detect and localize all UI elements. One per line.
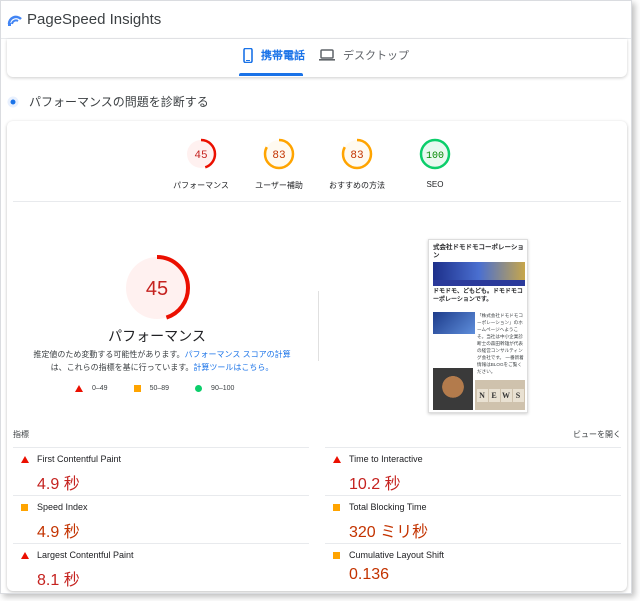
news-letter-w: W: [500, 388, 512, 402]
legend-average: 50–89: [133, 385, 169, 392]
category-seo[interactable]: 100 SEO: [395, 137, 475, 189]
fail-triangle-icon: [333, 456, 341, 463]
metric-cls: Cumulative Layout Shift 0.136: [325, 543, 621, 591]
diagnose-icon: [7, 96, 19, 107]
laptop-icon: [319, 49, 335, 61]
metric-speed-index: Speed Index 4.9 秒: [13, 495, 309, 543]
metrics-heading: 指標: [13, 430, 29, 439]
news-letter-s: S: [512, 388, 524, 402]
pass-circle-icon: [195, 385, 203, 392]
tab-mobile[interactable]: 携帯電話: [243, 47, 305, 63]
performance-big-score: 45: [146, 278, 168, 300]
tab-desktop-label: デスクトップ: [343, 50, 409, 62]
report-card: 45 パフォーマンス 83 ユーザー補助 83 おすすめの方法 100 SEO …: [7, 121, 627, 591]
diagnose-label: パフォーマンスの問題を診断する: [29, 95, 209, 109]
category-accessibility[interactable]: 83 ユーザー補助: [239, 137, 319, 191]
gauge-accessibility-score: 83: [272, 150, 285, 162]
news-letter-e: E: [488, 388, 500, 402]
metric-name: Cumulative Layout Shift: [349, 550, 445, 560]
divider: [13, 201, 621, 202]
metric-value: 320 ミリ秒: [349, 524, 429, 541]
category-accessibility-label: ユーザー補助: [255, 181, 303, 190]
category-best-practices[interactable]: 83 おすすめの方法: [317, 137, 397, 191]
thumbnail-news-blocks: N E W S: [475, 380, 525, 410]
thumbnail-body: 「株式会社ドモドモコーポレーション」のホームページへようこそ。当社は中小企業診断…: [477, 313, 524, 374]
metric-name: First Contentful Paint: [37, 454, 122, 464]
fail-triangle-icon: [75, 385, 83, 392]
smartphone-icon: [243, 47, 253, 63]
performance-big-label: パフォーマンス: [108, 328, 206, 344]
note-text-1: 推定値のため変動する可能性があります。: [33, 350, 185, 359]
category-performance-label: パフォーマンス: [173, 181, 229, 190]
thumbnail-title: 式会社ドモドモコーポレーション: [433, 244, 524, 259]
expand-view-button[interactable]: ビューを開く: [573, 429, 621, 440]
metric-name: Speed Index: [37, 502, 88, 512]
gauge-seo: 100: [419, 138, 451, 170]
page-screenshot-thumbnail: 式会社ドモドモコーポレーション ドモドモ、どもども。ドモドモコーポレーションです…: [428, 239, 528, 413]
tab-mobile-label: 携帯電話: [261, 50, 305, 62]
gauge-accessibility: 83: [263, 138, 295, 170]
average-square-icon: [133, 385, 141, 392]
thumbnail-headline: ドモドモ、どもども。ドモドモコーポレーションです。: [433, 289, 523, 303]
gauge-seo-score: 100: [426, 151, 444, 162]
metric-lcp: Largest Contentful Paint 8.1 秒: [13, 543, 309, 591]
average-square-icon: [21, 504, 28, 511]
news-letter-n: N: [476, 388, 488, 402]
category-performance[interactable]: 45 パフォーマンス: [161, 137, 241, 191]
app-title: PageSpeed Insights: [27, 11, 162, 28]
calculator-link[interactable]: 計算ツールはこちら。: [193, 363, 273, 372]
pagespeed-logo-icon: [7, 15, 22, 26]
metric-fcp: First Contentful Paint 4.9 秒: [13, 447, 309, 495]
metric-value: 4.9 秒: [37, 476, 80, 493]
score-legend: 0–49 50–89 90–100: [75, 385, 234, 392]
gauge-best-practices: 83: [341, 138, 373, 170]
gauge-performance: 45: [185, 138, 217, 170]
legend-pass: 90–100: [195, 385, 234, 392]
device-tabs: 携帯電話 デスクトップ: [7, 39, 627, 77]
active-tab-indicator: [239, 73, 303, 76]
gauge-performance-score: 45: [194, 150, 207, 162]
gauge-best-practices-score: 83: [350, 150, 363, 162]
metric-value: 0.136: [349, 566, 390, 583]
metric-tbt: Total Blocking Time 320 ミリ秒: [325, 495, 621, 543]
average-square-icon: [333, 504, 340, 511]
thumbnail-photo: [433, 368, 473, 410]
metric-name: Largest Contentful Paint: [37, 550, 134, 560]
thumbnail-nav: [433, 280, 525, 286]
metric-value: 8.1 秒: [37, 572, 80, 589]
note-text-2: は、これらの指標を基に行っています。: [50, 363, 194, 372]
metric-name: Time to Interactive: [349, 454, 423, 464]
category-seo-label: SEO: [426, 180, 444, 189]
top-bar: PageSpeed Insights: [1, 1, 631, 39]
metric-value: 4.9 秒: [37, 524, 80, 541]
metric-value: 10.2 秒: [349, 476, 401, 493]
thumbnail-banner: [433, 262, 525, 280]
tab-desktop[interactable]: デスクトップ: [319, 47, 409, 63]
metric-name: Total Blocking Time: [349, 502, 427, 512]
vertical-divider: [318, 291, 319, 361]
diagnose-header: パフォーマンスの問題を診断する: [7, 93, 209, 110]
average-square-icon: [333, 552, 340, 559]
fail-triangle-icon: [21, 456, 29, 463]
performance-big-gauge: 45: [124, 255, 190, 321]
page-frame: PageSpeed Insights 携帯電話 デスクトップ パフォーマンスの問…: [0, 0, 632, 594]
performance-note: 推定値のため変動する可能性があります。パフォーマンス スコアの計算 は、これらの…: [27, 348, 297, 374]
metric-tti: Time to Interactive 10.2 秒: [325, 447, 621, 495]
legend-fail: 0–49: [75, 385, 108, 392]
fail-triangle-icon: [21, 552, 29, 559]
category-best-practices-label: おすすめの方法: [329, 181, 385, 190]
metrics-header: 指標 ビューを開く: [13, 429, 621, 440]
score-calc-link[interactable]: パフォーマンス スコアの計算: [185, 350, 291, 359]
